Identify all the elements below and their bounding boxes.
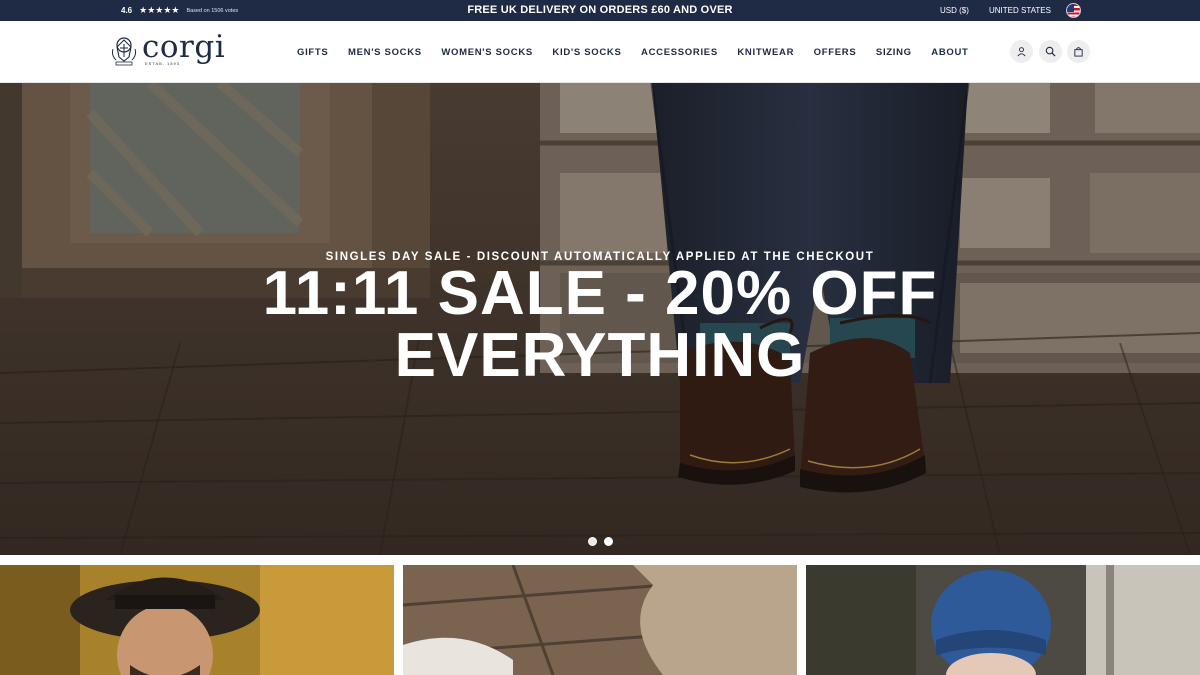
nav-offers[interactable]: OFFERS (814, 47, 857, 58)
category-tile-knitwear[interactable] (806, 565, 1200, 675)
hero-title-line1: 11:11 SALE - 20% OFF (262, 259, 938, 328)
review-rating[interactable]: 4.6 ★★★★★ Based on 1506 votes (121, 0, 238, 21)
category-tile-hats[interactable] (0, 565, 394, 675)
slide-dot-1[interactable] (588, 537, 597, 546)
corgi-logo[interactable]: corgi ESTAB. 1893 (110, 29, 225, 71)
nav-gifts[interactable]: GIFTS (297, 47, 328, 58)
hero-title-line2: EVERYTHING (394, 321, 806, 390)
nav-mens-socks[interactable]: MEN'S SOCKS (348, 47, 422, 58)
nav-accessories[interactable]: ACCESSORIES (641, 47, 718, 58)
logo-established: ESTAB. 1893 (145, 61, 180, 66)
cart-button[interactable] (1067, 40, 1090, 63)
tile-image-floor-socks (403, 565, 797, 675)
rating-score: 4.6 (121, 6, 133, 15)
search-button[interactable] (1039, 40, 1062, 63)
nav-womens-socks[interactable]: WOMEN'S SOCKS (441, 47, 533, 58)
slide-dot-2[interactable] (604, 537, 613, 546)
stars-icon: ★★★★★ (139, 5, 180, 15)
logo-wordmark: corgi (142, 29, 226, 65)
category-tile-socks[interactable] (403, 565, 797, 675)
slide-pagination (588, 537, 613, 546)
bag-icon (1074, 47, 1083, 57)
nav-sizing[interactable]: SIZING (876, 47, 912, 58)
search-icon (1045, 46, 1056, 57)
account-icon (1017, 47, 1026, 57)
nav-knitwear[interactable]: KNITWEAR (737, 47, 794, 58)
rating-votes: Based on 1506 votes (186, 7, 239, 14)
hero-title: 11:11 SALE - 20% OFF EVERYTHING (150, 263, 1050, 387)
announcement-bar: 4.6 ★★★★★ Based on 1506 votes FREE UK DE… (0, 0, 1200, 21)
crest-icon (111, 37, 137, 66)
main-nav: GIFTS MEN'S SOCKS WOMEN'S SOCKS KID'S SO… (297, 21, 988, 83)
account-button[interactable] (1010, 40, 1033, 63)
country-selector[interactable]: UNITED STATES (989, 0, 1051, 21)
currency-selector[interactable]: USD ($) (940, 0, 969, 21)
us-flag-icon[interactable] (1066, 3, 1081, 18)
nav-kids-socks[interactable]: KID'S SOCKS (552, 47, 621, 58)
tile-image-man-hat (0, 565, 394, 675)
site-header: corgi ESTAB. 1893 GIFTS MEN'S SOCKS WOME… (0, 21, 1200, 83)
hero-banner[interactable]: SINGLES DAY SALE - DISCOUNT AUTOMATICALL… (0, 83, 1200, 555)
nav-about[interactable]: ABOUT (931, 47, 968, 58)
tile-image-woman-beanie (806, 565, 1200, 675)
